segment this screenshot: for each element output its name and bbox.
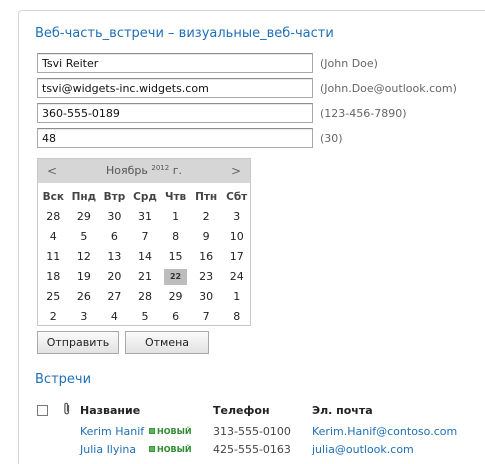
calendar-day[interactable]: 2 bbox=[191, 207, 222, 227]
calendar-day[interactable]: 7 bbox=[191, 307, 222, 327]
calendar-day[interactable]: 29 bbox=[160, 287, 191, 307]
new-badge: НОВЫЙ bbox=[149, 427, 192, 436]
calendar-weekday: Срд bbox=[133, 191, 157, 203]
column-header-phone[interactable]: Телефон bbox=[213, 404, 270, 417]
calendar-day[interactable]: 4 bbox=[38, 227, 69, 247]
calendar-day[interactable]: 28 bbox=[38, 207, 69, 227]
calendar-weekday: Пнд bbox=[71, 191, 97, 203]
phone-field[interactable] bbox=[37, 103, 313, 123]
calendar-day[interactable]: 4 bbox=[99, 307, 130, 327]
calendar-day[interactable]: 29 bbox=[69, 207, 100, 227]
calendar-day[interactable]: 5 bbox=[69, 227, 100, 247]
select-all-checkbox[interactable] bbox=[37, 405, 48, 416]
calendar-day[interactable]: 5 bbox=[130, 307, 161, 327]
calendar-day[interactable]: 17 bbox=[221, 247, 252, 267]
email-hint: (John.Doe@outlook.com) bbox=[320, 82, 457, 95]
calendar-weekday: Птн bbox=[195, 191, 218, 203]
calendar-day[interactable]: 13 bbox=[99, 247, 130, 267]
calendar-day[interactable]: 21 bbox=[130, 267, 161, 287]
calendar-year: 2012 bbox=[151, 164, 170, 172]
calendar-day[interactable]: 2 bbox=[38, 307, 69, 327]
calendar-day[interactable]: 6 bbox=[99, 227, 130, 247]
calendar-day[interactable]: 11 bbox=[38, 247, 69, 267]
meeting-email-link[interactable]: julia@outlook.com bbox=[312, 443, 414, 456]
next-month-button[interactable]: > bbox=[231, 164, 241, 178]
meeting-name-link[interactable]: Kerim Hanif bbox=[80, 425, 144, 438]
cancel-button[interactable]: Отмена bbox=[125, 331, 209, 354]
calendar-day[interactable]: 3 bbox=[69, 307, 100, 327]
calendar-day[interactable]: 8 bbox=[160, 227, 191, 247]
calendar-day[interactable]: 28 bbox=[130, 287, 161, 307]
calendar-weekday: Вск bbox=[42, 191, 64, 203]
calendar-day[interactable]: 16 bbox=[191, 247, 222, 267]
calendar-weekday: Сбт bbox=[226, 191, 248, 203]
calendar-day[interactable]: 1 bbox=[160, 207, 191, 227]
calendar-day[interactable]: 15 bbox=[160, 247, 191, 267]
email-field[interactable] bbox=[37, 78, 313, 98]
calendar-day[interactable]: 30 bbox=[191, 287, 222, 307]
meeting-phone: 313-555-0100 bbox=[213, 425, 291, 438]
calendar-day[interactable]: 6 bbox=[160, 307, 191, 327]
calendar-day[interactable]: 19 bbox=[69, 267, 100, 287]
calendar-day-today[interactable]: 22 bbox=[164, 269, 187, 285]
calendar-day[interactable]: 18 bbox=[38, 267, 69, 287]
calendar-day[interactable]: 1 bbox=[221, 287, 252, 307]
meeting-name-link[interactable]: Julia Ilyina bbox=[80, 443, 136, 456]
webpart-title: Веб-часть_встречи – визуальные_веб-части bbox=[35, 26, 334, 41]
column-header-name[interactable]: Название bbox=[80, 404, 140, 417]
calendar-day[interactable]: 26 bbox=[69, 287, 100, 307]
calendar-day[interactable]: 23 bbox=[191, 267, 222, 287]
attachment-icon bbox=[64, 402, 70, 415]
calendar-day[interactable]: 9 bbox=[191, 227, 222, 247]
send-button[interactable]: Отправить bbox=[37, 331, 119, 354]
calendar-day[interactable]: 7 bbox=[130, 227, 161, 247]
calendar-day[interactable]: 3 bbox=[221, 207, 252, 227]
meeting-phone: 425-555-0163 bbox=[213, 443, 291, 456]
column-header-email[interactable]: Эл. почта bbox=[312, 404, 373, 417]
new-badge: НОВЫЙ bbox=[149, 445, 192, 454]
calendar-weekday: Втр bbox=[103, 191, 126, 203]
name-hint: (John Doe) bbox=[320, 57, 378, 70]
new-badge-label: НОВЫЙ bbox=[157, 445, 192, 454]
duration-hint: (30) bbox=[320, 132, 343, 145]
calendar-day[interactable]: 24 bbox=[221, 267, 252, 287]
calendar-day[interactable]: 10 bbox=[221, 227, 252, 247]
date-picker-calendar: < Ноябрь 2012 г. > Вск Пнд Втр Срд Чтв Птн Сбт… bbox=[37, 158, 251, 326]
calendar-month-label: Ноябрь 2012 г. bbox=[38, 164, 250, 177]
new-icon bbox=[149, 446, 155, 452]
meetings-title: Встречи bbox=[35, 372, 92, 387]
calendar-header: < Ноябрь 2012 г. > bbox=[38, 159, 250, 183]
calendar-day[interactable]: 20 bbox=[99, 267, 130, 287]
phone-hint: (123-456-7890) bbox=[320, 107, 407, 120]
name-field[interactable] bbox=[37, 53, 313, 73]
calendar-year-suffix: г. bbox=[172, 164, 182, 177]
meeting-email-link[interactable]: Kerim.Hanif@contoso.com bbox=[312, 425, 457, 438]
calendar-day[interactable]: 30 bbox=[99, 207, 130, 227]
calendar-weekday: Чтв bbox=[164, 191, 187, 203]
calendar-day[interactable]: 27 bbox=[99, 287, 130, 307]
calendar-month-name: Ноябрь bbox=[106, 164, 148, 177]
calendar-day[interactable]: 31 bbox=[130, 207, 161, 227]
new-icon bbox=[149, 428, 155, 434]
calendar-day[interactable]: 25 bbox=[38, 287, 69, 307]
calendar-day[interactable]: 14 bbox=[130, 247, 161, 267]
calendar-day[interactable]: 8 bbox=[221, 307, 252, 327]
duration-field[interactable] bbox=[37, 128, 313, 148]
calendar-day[interactable]: 12 bbox=[69, 247, 100, 267]
new-badge-label: НОВЫЙ bbox=[157, 427, 192, 436]
calendar-grid: Вск Пнд Втр Срд Чтв Птн Сбт 28 29 30 31 1 2 3 4 5 6 7 8 9 10… bbox=[38, 183, 252, 327]
